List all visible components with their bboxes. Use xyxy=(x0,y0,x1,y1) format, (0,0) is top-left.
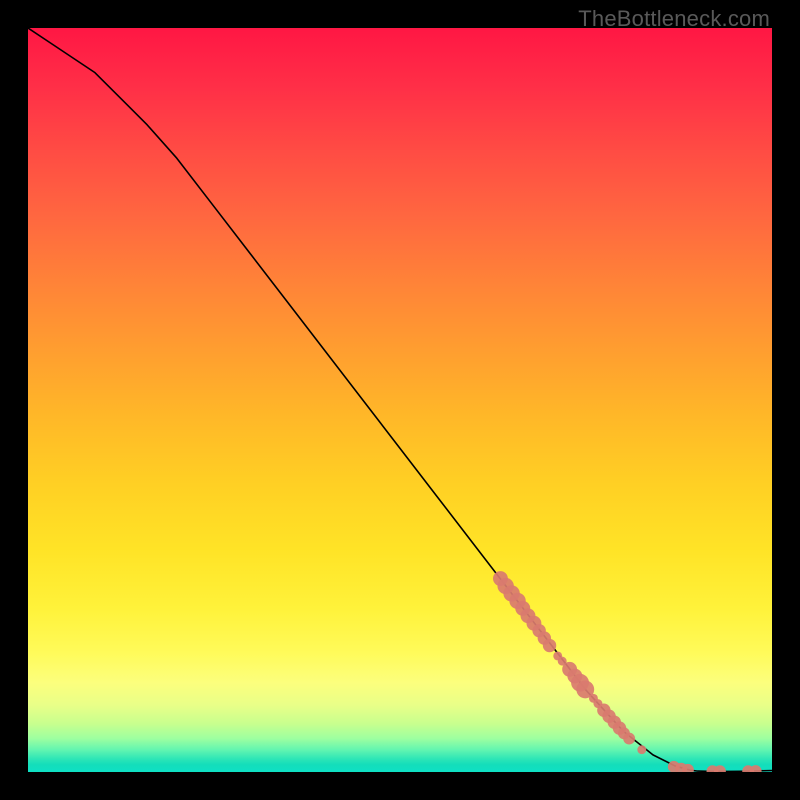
scatter-point xyxy=(637,745,646,754)
scatter-point xyxy=(623,733,635,745)
scatter-point xyxy=(750,765,762,772)
scatter-point xyxy=(543,639,556,652)
chart-svg xyxy=(28,28,772,772)
curve-line xyxy=(28,28,772,771)
scatter-group xyxy=(493,571,762,772)
chart-stage: TheBottleneck.com xyxy=(0,0,800,800)
plot-area xyxy=(28,28,772,772)
